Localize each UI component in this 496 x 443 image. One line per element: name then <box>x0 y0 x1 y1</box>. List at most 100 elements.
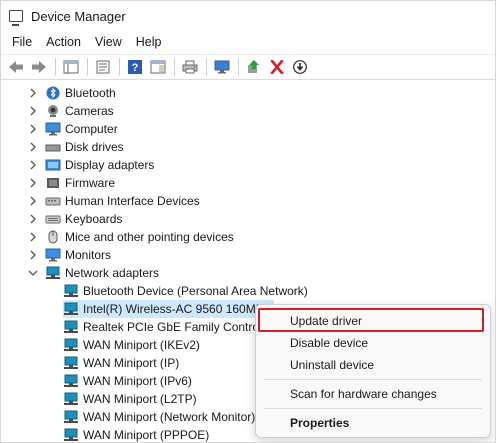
network-adapter-icon <box>63 374 79 388</box>
tree-item-label: WAN Miniport (L2TP) <box>83 392 197 406</box>
title-bar: Device Manager <box>1 1 495 31</box>
network-adapter-item[interactable]: WAN Miniport (IKEv2) <box>63 336 200 354</box>
action-pane-icon[interactable] <box>147 56 169 78</box>
menu-item-uninstall-device[interactable]: Uninstall device <box>290 358 374 372</box>
network-adapter-icon <box>63 302 79 316</box>
network-adapter-icon <box>45 266 61 280</box>
tree-item-bluetooth[interactable]: Bluetooth <box>27 84 116 102</box>
svg-text:?: ? <box>132 62 139 74</box>
network-adapter-item[interactable]: Bluetooth Device (Personal Area Network) <box>63 282 308 300</box>
show-hide-tree-icon[interactable] <box>60 56 82 78</box>
network-adapter-icon <box>63 320 79 334</box>
mouse-icon <box>45 230 61 244</box>
network-adapter-item[interactable]: WAN Miniport (L2TP) <box>63 390 197 408</box>
network-adapter-item-selected[interactable]: Intel(R) Wireless-AC 9560 160MHz <box>63 300 275 318</box>
network-adapter-item[interactable]: Realtek PCIe GbE Family Controller <box>63 318 275 336</box>
uninstall-x-icon[interactable] <box>266 56 288 78</box>
tree-item-label: Human Interface Devices <box>65 194 200 208</box>
toolbar-separator <box>174 58 175 76</box>
help-icon[interactable]: ? <box>124 56 146 78</box>
camera-icon <box>45 104 61 118</box>
chevron-right-icon[interactable] <box>27 105 39 117</box>
menu-separator <box>264 408 482 409</box>
menu-bar: File Action View Help <box>1 31 169 53</box>
menu-item-disable-device[interactable]: Disable device <box>290 336 368 350</box>
window-title: Device Manager <box>31 8 126 24</box>
tree-item-label: Monitors <box>65 248 112 262</box>
network-adapter-icon <box>63 284 79 298</box>
firmware-icon <box>45 176 61 190</box>
hid-icon <box>45 194 61 208</box>
computer-monitor-icon[interactable] <box>211 56 233 78</box>
device-manager-app-icon <box>9 10 23 26</box>
chevron-right-icon[interactable] <box>27 249 39 261</box>
menu-separator <box>264 379 482 380</box>
tree-item-mice[interactable]: Mice and other pointing devices <box>27 228 234 246</box>
chevron-right-icon[interactable] <box>27 231 39 243</box>
network-adapter-item[interactable]: WAN Miniport (Network Monitor) <box>63 408 255 426</box>
context-menu: Update driver Disable device Uninstall d… <box>255 304 491 438</box>
tree-item-monitors[interactable]: Monitors <box>27 246 111 264</box>
menu-action[interactable]: Action <box>39 33 88 51</box>
tree-item-display-adapters[interactable]: Display adapters <box>27 156 154 174</box>
tree-item-label: Cameras <box>65 104 114 118</box>
download-icon[interactable] <box>289 56 311 78</box>
tree-item-label: WAN Miniport (IPv6) <box>83 374 192 388</box>
tree-item-label: Intel(R) Wireless-AC 9560 160MHz <box>83 302 271 316</box>
chevron-right-icon[interactable] <box>27 177 39 189</box>
chevron-right-icon[interactable] <box>27 123 39 135</box>
toolbar-separator <box>87 58 88 76</box>
network-adapter-icon <box>63 356 79 370</box>
tree-item-label: Keyboards <box>65 212 123 226</box>
network-adapter-icon <box>63 428 79 442</box>
chevron-down-icon[interactable] <box>27 267 39 279</box>
tree-item-label: Mice and other pointing devices <box>65 230 234 244</box>
tree-item-label: Computer <box>65 122 118 136</box>
properties-icon[interactable] <box>92 56 114 78</box>
toolbar-separator <box>55 58 56 76</box>
menu-view[interactable]: View <box>88 33 129 51</box>
tree-item-label: Realtek PCIe GbE Family Controller <box>83 320 276 334</box>
network-adapter-item[interactable]: WAN Miniport (PPPOE) <box>63 426 210 442</box>
tree-item-label: WAN Miniport (IP) <box>83 356 180 370</box>
menu-help[interactable]: Help <box>129 33 169 51</box>
menu-item-properties[interactable]: Properties <box>290 416 349 430</box>
tree-item-label: WAN Miniport (IKEv2) <box>83 338 200 352</box>
tree-item-cameras[interactable]: Cameras <box>27 102 114 120</box>
tree-item-label: Bluetooth <box>65 86 116 100</box>
network-adapter-item[interactable]: WAN Miniport (IPv6) <box>63 372 192 390</box>
chevron-right-icon[interactable] <box>27 195 39 207</box>
chevron-right-icon[interactable] <box>27 213 39 225</box>
tree-item-label: Disk drives <box>65 140 124 154</box>
network-adapter-icon <box>63 338 79 352</box>
device-manager-window: Device Manager File Action View Help ? B… <box>0 0 496 443</box>
monitor-icon <box>45 248 61 262</box>
forward-arrow-icon[interactable] <box>28 56 50 78</box>
tree-item-keyboards[interactable]: Keyboards <box>27 210 122 228</box>
tree-item-label: Bluetooth Device (Personal Area Network) <box>83 284 308 298</box>
toolbar-separator <box>206 58 207 76</box>
tree-item-label: WAN Miniport (PPPOE) <box>83 428 210 442</box>
computer-icon <box>45 122 61 136</box>
back-arrow-icon[interactable] <box>5 56 27 78</box>
tree-item-computer[interactable]: Computer <box>27 120 118 138</box>
update-driver-icon[interactable] <box>243 56 265 78</box>
menu-item-scan-hardware[interactable]: Scan for hardware changes <box>290 387 437 401</box>
tree-item-firmware[interactable]: Firmware <box>27 174 115 192</box>
tree-item-disk-drives[interactable]: Disk drives <box>27 138 124 156</box>
menu-file[interactable]: File <box>5 33 39 51</box>
tree-item-label: WAN Miniport (Network Monitor) <box>83 410 256 424</box>
chevron-right-icon[interactable] <box>27 87 39 99</box>
chevron-right-icon[interactable] <box>27 141 39 153</box>
tree-item-network-adapters[interactable]: Network adapters <box>27 264 159 282</box>
chevron-right-icon[interactable] <box>27 159 39 171</box>
bluetooth-icon <box>45 86 61 100</box>
print-icon[interactable] <box>179 56 201 78</box>
tree-item-label: Network adapters <box>65 266 160 280</box>
toolbar-separator <box>119 58 120 76</box>
network-adapter-item[interactable]: WAN Miniport (IP) <box>63 354 179 372</box>
menu-item-update-driver[interactable]: Update driver <box>290 314 362 328</box>
display-adapter-icon <box>45 158 61 172</box>
tree-item-human-interface-devices[interactable]: Human Interface Devices <box>27 192 200 210</box>
network-adapter-icon <box>63 392 79 406</box>
